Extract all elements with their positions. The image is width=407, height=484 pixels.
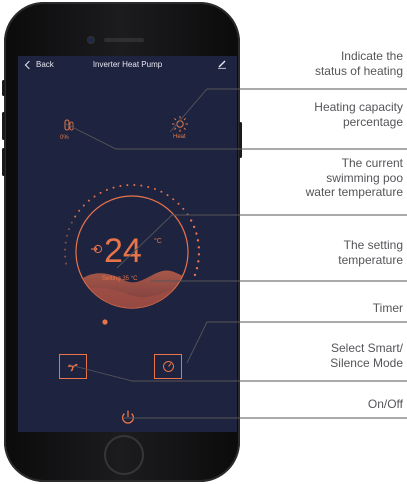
diagram: Back Inverter Heat Pump 0% Heat 24 °C Se… bbox=[0, 0, 407, 484]
annotation-heating-capacity: Heating capacity percentage bbox=[314, 100, 403, 129]
annotation-timer: Timer bbox=[372, 301, 403, 315]
annotation-heating-status: Indicate the status of heating bbox=[314, 49, 403, 78]
annotation-on-off: On/Off bbox=[367, 397, 403, 411]
annotation-setting-temp: The setting temperature bbox=[338, 238, 403, 267]
annotation-smart-silence-mode: Select Smart/ Silence Mode bbox=[330, 341, 403, 370]
annotation-current-water-temp: The current swimming poo water temperatu… bbox=[305, 156, 403, 199]
